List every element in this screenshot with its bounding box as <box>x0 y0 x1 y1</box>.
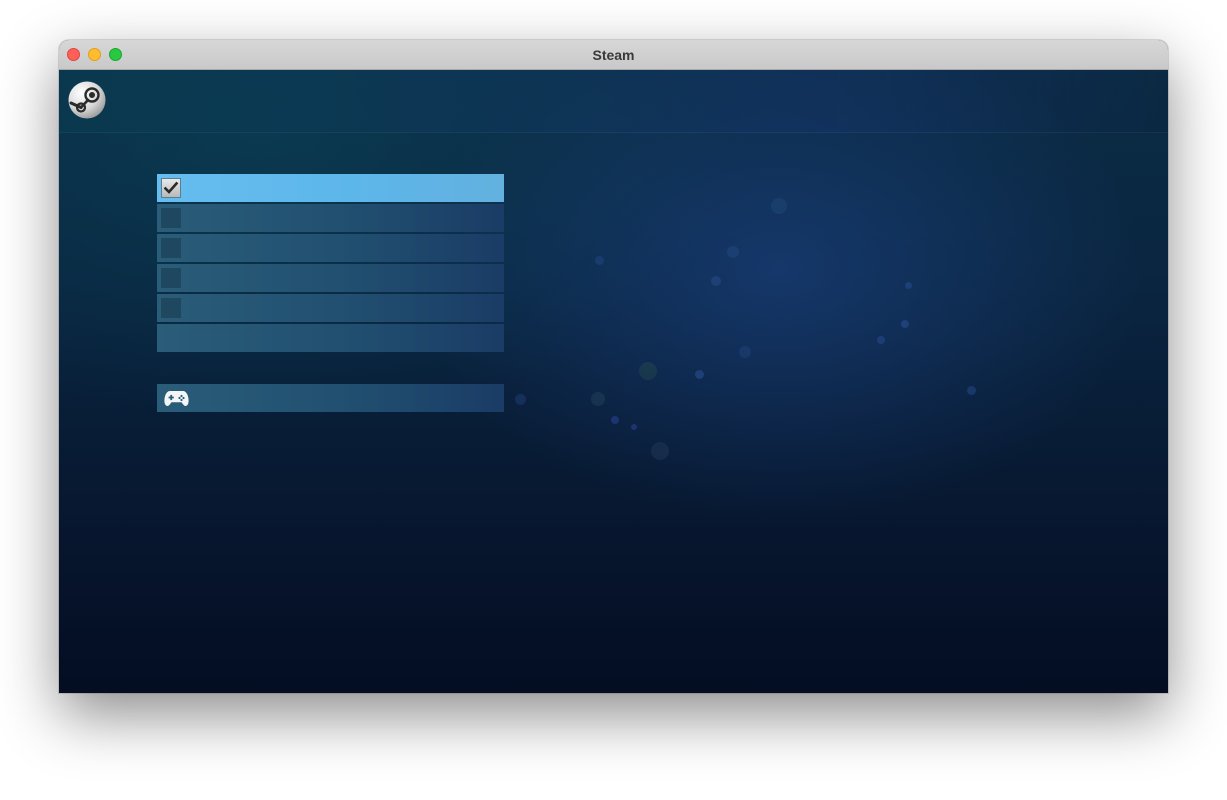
steam-logo-icon <box>68 81 106 119</box>
menu-item-1[interactable] <box>157 174 504 202</box>
steam-window: Steam <box>59 40 1168 693</box>
menu-item-6[interactable] <box>157 324 504 352</box>
checkmark-icon <box>163 181 179 194</box>
gamepad-icon <box>164 391 189 406</box>
menu-item-3[interactable] <box>157 234 504 262</box>
menu-checkbox-3[interactable] <box>161 238 181 258</box>
menu-item-5[interactable] <box>157 294 504 322</box>
menu-item-2[interactable] <box>157 204 504 232</box>
menu-checkbox-5[interactable] <box>161 298 181 318</box>
menu-item-4[interactable] <box>157 264 504 292</box>
menu-checkbox-1[interactable] <box>161 178 181 198</box>
main-menu <box>157 174 504 414</box>
header-band <box>59 70 1168 133</box>
window-title: Steam <box>592 47 635 63</box>
menu-checkbox-2[interactable] <box>161 208 181 228</box>
big-picture-content <box>59 70 1168 693</box>
controller-menu-item[interactable] <box>157 384 504 412</box>
title-bar[interactable]: Steam <box>59 40 1168 70</box>
menu-checkbox-4[interactable] <box>161 268 181 288</box>
